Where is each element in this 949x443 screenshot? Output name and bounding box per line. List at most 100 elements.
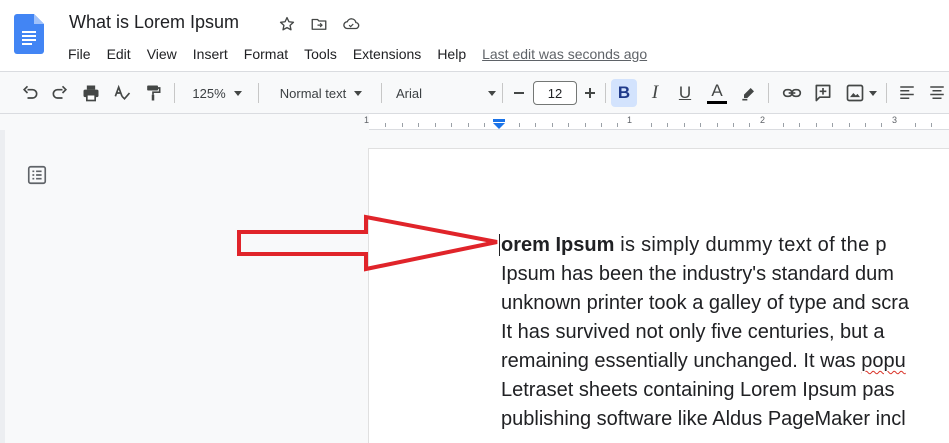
insert-image-button[interactable] — [841, 82, 881, 104]
google-docs-logo-icon[interactable] — [14, 14, 44, 54]
ruler-tick — [519, 123, 520, 127]
bold-heading-text: orem Ipsum — [501, 234, 615, 256]
align-left-icon[interactable] — [895, 82, 919, 104]
ruler-tick — [385, 123, 386, 127]
ruler-tick — [418, 123, 419, 127]
redo-icon[interactable] — [48, 82, 72, 104]
image-icon — [846, 84, 864, 102]
ruler-tick — [585, 123, 586, 127]
undo-icon[interactable] — [18, 82, 42, 104]
menu-insert[interactable]: Insert — [185, 44, 236, 64]
zoom-value: 125% — [192, 85, 226, 101]
text-color-label: A — [711, 80, 723, 100]
ruler-tick — [816, 123, 817, 127]
last-edit-link[interactable]: Last edit was seconds ago — [482, 46, 647, 62]
bold-button[interactable]: B — [611, 79, 637, 107]
toolbar-divider — [768, 83, 769, 103]
toolbar-divider — [174, 83, 175, 103]
ruler-tick — [717, 123, 718, 127]
ruler-tick — [402, 123, 403, 127]
toolbar-divider — [381, 83, 382, 103]
misspelled-word[interactable]: popu — [861, 350, 906, 372]
underline-button[interactable]: U — [673, 82, 697, 104]
insert-link-icon[interactable] — [779, 82, 805, 104]
ruler-tick — [733, 123, 734, 127]
align-center-icon[interactable] — [925, 82, 949, 104]
spellcheck-icon[interactable] — [110, 82, 134, 104]
text-line: Ipsum has been the industry's standard d… — [501, 263, 894, 285]
font-family-select[interactable]: Arial — [396, 82, 496, 104]
ruler-tick — [552, 123, 553, 127]
ruler-number: 1 — [627, 115, 633, 125]
paint-format-icon[interactable] — [141, 82, 165, 104]
menu-file[interactable]: File — [60, 44, 99, 64]
text-fragment: remaining essentially unchanged. It was — [501, 350, 862, 372]
zoom-select[interactable]: 125% — [186, 82, 248, 104]
chevron-down-icon — [233, 90, 242, 96]
horizontal-ruler[interactable]: 1 1 2 3 — [364, 114, 949, 130]
menu-edit[interactable]: Edit — [99, 44, 139, 64]
ruler-tick — [617, 123, 618, 127]
menu-extensions[interactable]: Extensions — [345, 44, 429, 64]
menu-format[interactable]: Format — [236, 44, 296, 64]
ruler-tick — [915, 123, 916, 127]
text-line: remaining essentially unchanged. It was … — [501, 347, 949, 376]
ruler-tick — [799, 123, 800, 127]
text-fragment: is simply dummy text of the p — [614, 234, 887, 256]
ruler-tick — [435, 123, 436, 127]
print-icon[interactable] — [79, 82, 103, 104]
text-line: publishing software like Aldus PageMaker… — [501, 408, 906, 430]
indent-marker-icon[interactable] — [492, 116, 506, 129]
ruler-tick — [468, 123, 469, 127]
decrease-font-size-icon[interactable] — [508, 82, 530, 104]
paragraph-style-select[interactable]: Normal text — [270, 82, 372, 104]
paragraph-style-value: Normal text — [279, 85, 347, 101]
ruler-tick — [749, 123, 750, 127]
ruler-tick — [700, 123, 701, 127]
chevron-down-icon — [488, 90, 496, 96]
ruler-tick — [451, 123, 452, 127]
star-icon[interactable] — [276, 13, 298, 35]
increase-font-size-icon[interactable] — [579, 82, 601, 104]
toolbar-divider — [605, 83, 606, 103]
document-body[interactable]: orem Ipsum is simply dummy text of the p… — [501, 231, 949, 434]
menu-bar: File Edit View Insert Format Tools Exten… — [60, 44, 647, 64]
menu-tools[interactable]: Tools — [296, 44, 345, 64]
add-comment-icon[interactable] — [811, 82, 835, 104]
document-title[interactable]: What is Lorem Ipsum — [69, 12, 239, 33]
ruler-tick — [601, 123, 602, 127]
toolbar-divider — [886, 83, 887, 103]
menu-help[interactable]: Help — [429, 44, 474, 64]
document-outline-icon[interactable] — [26, 164, 48, 186]
ruler-tick — [484, 123, 485, 127]
toolbar-divider — [502, 83, 503, 103]
ruler-tick — [881, 123, 882, 127]
text-line: It has survived not only five centuries,… — [501, 321, 885, 343]
ruler-number: 2 — [760, 115, 766, 125]
text-color-swatch — [707, 100, 727, 104]
text-color-button[interactable]: A — [705, 82, 729, 104]
ruler-number: 3 — [892, 115, 898, 125]
ruler-tick — [684, 123, 685, 127]
ruler-tick — [568, 123, 569, 127]
ruler-tick — [651, 123, 652, 127]
ruler-number: 1 — [364, 115, 370, 125]
cloud-saved-icon[interactable] — [340, 13, 362, 35]
text-line: unknown printer took a galley of type an… — [501, 292, 910, 314]
workspace-edge — [0, 130, 5, 443]
italic-button[interactable]: I — [643, 82, 667, 104]
ruler-tick — [865, 123, 866, 127]
ruler-tick — [832, 123, 833, 127]
font-size-input[interactable]: 12 — [533, 81, 577, 105]
red-annotation-arrow-icon — [237, 214, 498, 272]
highlight-color-icon[interactable] — [737, 82, 761, 104]
ruler-tick — [849, 123, 850, 127]
ruler-tick — [931, 123, 932, 127]
move-to-folder-icon[interactable] — [308, 13, 330, 35]
ruler-tick — [535, 123, 536, 127]
toolbar: 125% Normal text Arial 12 B I U A — [0, 71, 949, 114]
ruler-tick — [667, 123, 668, 127]
text-line: Letraset sheets containing Lorem Ipsum p… — [501, 379, 895, 401]
menu-view[interactable]: View — [139, 44, 185, 64]
toolbar-divider — [258, 83, 259, 103]
